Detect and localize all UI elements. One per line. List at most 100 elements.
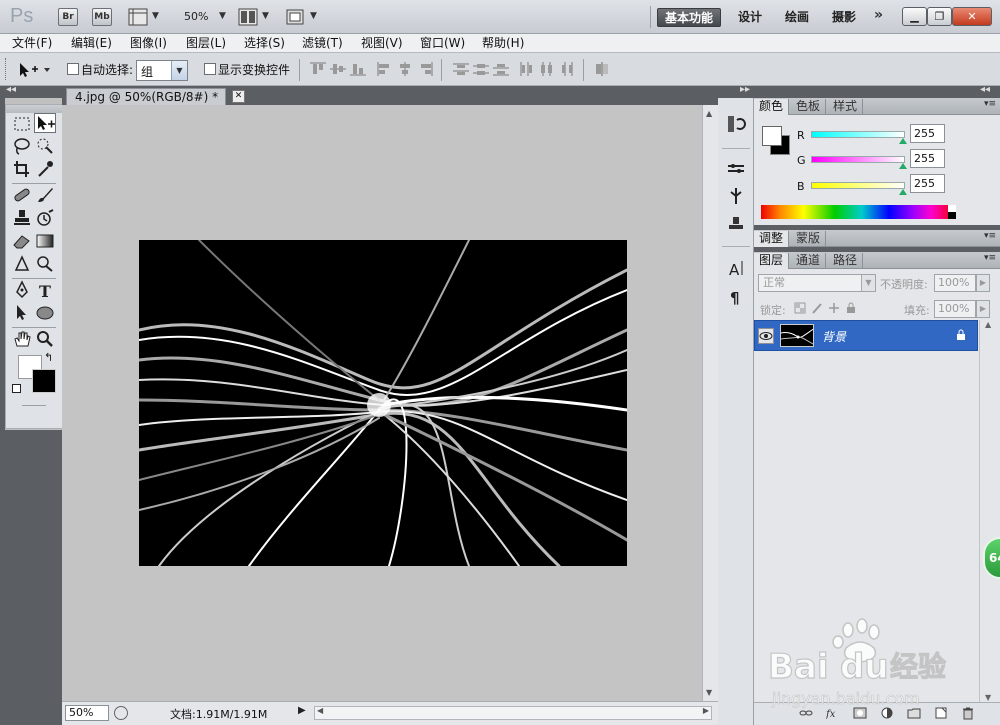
eraser-tool-icon[interactable] [11, 231, 33, 251]
gradient-tool-icon[interactable] [34, 231, 56, 251]
channel-r-slider[interactable] [811, 131, 905, 138]
channel-r-input[interactable]: 255 [910, 124, 945, 143]
quick-mask-icon[interactable] [22, 405, 46, 406]
horizontal-scrollbar[interactable]: ◀ ▶ [314, 706, 712, 720]
channel-g-thumb[interactable] [899, 163, 907, 169]
swap-colors-icon[interactable]: ↰ [44, 351, 53, 364]
clone-source-panel-icon[interactable] [726, 186, 746, 206]
move-tool-icon[interactable] [34, 113, 56, 133]
workspace-photography-button[interactable]: 摄影 [827, 8, 861, 27]
status-menu-icon[interactable]: ▶ [298, 705, 310, 721]
background-color-swatch[interactable] [32, 369, 56, 393]
toolbox-collapse-bar[interactable]: ◂◂ [0, 84, 62, 98]
fill-dropdown-icon[interactable]: ▶ [976, 300, 990, 318]
status-zoom-input[interactable]: 50% [65, 705, 109, 721]
workspace-design-button[interactable]: 设计 [733, 8, 767, 27]
tab-paths[interactable]: 路径 [828, 253, 864, 269]
path-selection-tool-icon[interactable] [11, 303, 33, 323]
marquee-tool-icon[interactable] [11, 114, 33, 134]
opacity-dropdown-icon[interactable]: ▶ [976, 274, 990, 292]
status-info-icon[interactable] [114, 706, 128, 720]
zoom-tool-icon[interactable] [34, 329, 56, 349]
tool-preset-picker[interactable] [16, 61, 56, 79]
opacity-input[interactable]: 100% [934, 274, 976, 292]
fill-input[interactable]: 100% [934, 300, 976, 318]
distribute-right-icon[interactable] [558, 61, 576, 77]
menu-view[interactable]: 视图(V) [361, 35, 403, 52]
auto-select-checkbox[interactable] [67, 63, 79, 75]
scroll-down-icon[interactable]: ▼ [985, 693, 991, 702]
scroll-up-icon[interactable]: ▲ [706, 109, 712, 118]
toolbox-header[interactable] [6, 105, 62, 113]
tab-masks[interactable]: 蒙版 [791, 231, 827, 247]
scroll-left-icon[interactable]: ◀ [317, 706, 323, 715]
tab-swatches[interactable]: 色板 [791, 99, 827, 115]
expand-icon[interactable]: ▸▸ [740, 84, 750, 95]
minimize-icon[interactable]: ▁ [902, 7, 927, 26]
lock-all-icon[interactable] [845, 302, 857, 314]
menu-filter[interactable]: 滤镜(T) [302, 35, 343, 52]
distribute-vertical-center-icon[interactable] [472, 61, 490, 77]
menu-select[interactable]: 选择(S) [244, 35, 285, 52]
tab-adjustments[interactable]: 调整 [754, 231, 790, 247]
zoom-dropdown-icon[interactable]: ▼ [219, 11, 226, 21]
restore-icon[interactable]: ❐ [927, 7, 952, 26]
menu-image[interactable]: 图像(I) [130, 35, 167, 52]
default-colors-icon[interactable] [12, 384, 21, 393]
zoom-level-select[interactable]: 50% [184, 10, 208, 23]
menu-help[interactable]: 帮助(H) [482, 35, 524, 52]
tab-styles[interactable]: 样式 [828, 99, 864, 115]
dodge-tool-icon[interactable] [34, 254, 56, 274]
shape-tool-icon[interactable] [34, 303, 56, 323]
distribute-horizontal-center-icon[interactable] [538, 61, 556, 77]
view-extras-icon[interactable] [128, 8, 148, 26]
distribute-left-icon[interactable] [518, 61, 536, 77]
clone-stamp-tool-icon[interactable] [11, 208, 33, 228]
lock-transparent-icon[interactable] [794, 302, 806, 314]
menu-file[interactable]: 文件(F) [12, 35, 52, 52]
panel-menu-icon[interactable]: ▾≡ [984, 253, 996, 263]
align-horizontal-center-icon[interactable] [396, 61, 414, 77]
lock-position-icon[interactable] [828, 302, 840, 314]
arrange-documents-icon[interactable] [238, 8, 258, 26]
channel-g-slider[interactable] [811, 156, 905, 163]
screen-mode-dropdown-icon[interactable]: ▼ [310, 11, 317, 21]
channel-r-thumb[interactable] [899, 138, 907, 144]
more-workspaces-icon[interactable]: » [874, 7, 883, 23]
type-tool-icon[interactable]: T [34, 280, 56, 301]
menu-layer[interactable]: 图层(L) [186, 35, 226, 52]
view-extras-dropdown-icon[interactable]: ▼ [152, 11, 159, 21]
character-panel-icon[interactable]: A [726, 258, 746, 279]
quick-selection-tool-icon[interactable] [34, 136, 56, 156]
show-transform-checkbox[interactable] [204, 63, 216, 75]
align-vertical-center-icon[interactable] [329, 61, 347, 77]
collapse-panels-icon[interactable]: ◂◂ [980, 84, 990, 95]
layers-scrollbar[interactable]: ▲ ▼ [979, 320, 998, 702]
align-bottom-icon[interactable] [349, 61, 367, 77]
color-spectrum-bar[interactable] [761, 205, 955, 219]
mini-bridge-button[interactable]: Mb [92, 8, 112, 26]
document-tab[interactable]: 4.jpg @ 50%(RGB/8#) * ✕ [66, 88, 245, 105]
pen-tool-icon[interactable] [11, 280, 33, 300]
color-panel-foreground[interactable] [762, 126, 782, 146]
align-top-icon[interactable] [309, 61, 327, 77]
tab-color[interactable]: 颜色 [754, 99, 790, 115]
close-document-icon[interactable]: ✕ [232, 90, 245, 103]
document-canvas[interactable] [139, 240, 627, 566]
lock-pixels-icon[interactable] [811, 302, 823, 314]
vertical-scrollbar[interactable]: ▲ ▼ [702, 105, 718, 701]
menu-window[interactable]: 窗口(W) [420, 35, 465, 52]
paragraph-panel-icon[interactable]: ¶ [726, 286, 746, 307]
close-icon[interactable]: ✕ [952, 7, 992, 26]
workspace-essentials-button[interactable]: 基本功能 [657, 8, 721, 27]
panel-menu-icon[interactable]: ▾≡ [984, 99, 996, 109]
align-left-icon[interactable] [376, 61, 394, 77]
bridge-button[interactable]: Br [58, 8, 78, 26]
history-panel-icon[interactable] [726, 114, 746, 134]
layer-row-background[interactable]: 背景 [754, 320, 978, 351]
scroll-down-icon[interactable]: ▼ [706, 688, 712, 697]
channel-b-thumb[interactable] [899, 189, 907, 195]
tab-channels[interactable]: 通道 [791, 253, 827, 269]
blend-mode-select[interactable]: 正常 ▼ [758, 274, 876, 292]
spot-healing-tool-icon[interactable] [11, 185, 33, 205]
